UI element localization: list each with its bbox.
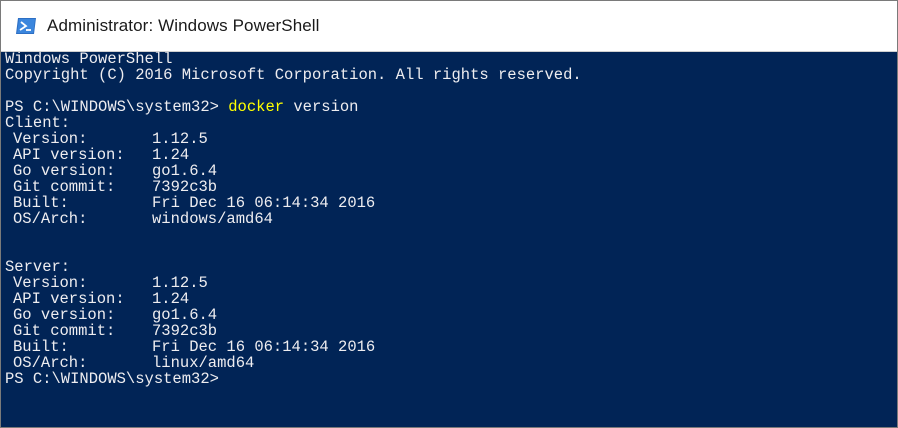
client-built-row: Built: Fri Dec 16 06:14:34 2016 [13,195,613,212]
console-output[interactable]: Windows PowerShell Copyright (C) 2016 Mi… [1,52,897,427]
server-built-row: Built: Fri Dec 16 06:14:34 2016 [13,339,613,356]
window-title: Administrator: Windows PowerShell [47,16,320,35]
row-value: windows/amd64 [152,210,273,228]
final-prompt: PS C:\WINDOWS\system32> [5,370,219,388]
powershell-window: Administrator: Windows PowerShell Window… [0,0,898,428]
client-osarch-row: OS/Arch: windows/amd64 [13,210,613,228]
command-args: version [284,98,359,116]
command-keyword: docker [228,98,285,116]
powershell-icon [15,17,37,35]
banner-copyright: Copyright (C) 2016 Microsoft Corporation… [5,66,582,84]
row-label: OS/Arch: [13,210,88,228]
title-bar[interactable]: Administrator: Windows PowerShell [1,1,897,52]
